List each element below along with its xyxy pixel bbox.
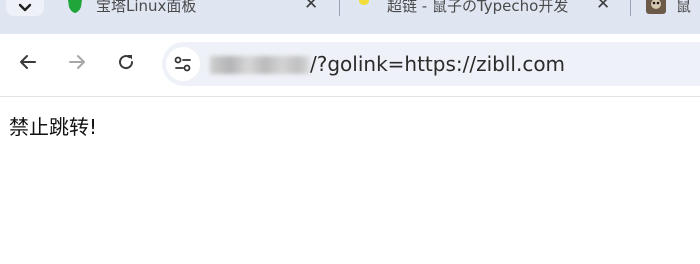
arrow-left-icon: [20, 55, 36, 69]
reload-icon: [119, 55, 134, 70]
redacted-hostname: [210, 56, 310, 74]
yellow-leaf-icon: [359, 0, 369, 5]
page-content: 禁止跳转!: [0, 97, 700, 264]
reload-button[interactable]: [112, 48, 140, 76]
arrow-right-icon: [69, 55, 85, 69]
browser-toolbar: /?golink=https://zibll.com: [0, 34, 700, 97]
close-tab-icon[interactable]: ✕: [596, 0, 610, 14]
forward-button[interactable]: [63, 48, 91, 76]
tab-third[interactable]: 鼠: [640, 0, 700, 15]
chevron-down-icon: [18, 3, 32, 12]
tab-title: 超链 - 鼠子のTypecho开发: [387, 0, 569, 15]
back-button[interactable]: [14, 48, 42, 76]
tab-search-button[interactable]: [6, 0, 44, 16]
tab-bt-panel[interactable]: 宝塔Linux面板 ✕: [60, 0, 330, 15]
tab-title: 宝塔Linux面板: [96, 0, 197, 15]
site-info-button[interactable]: [166, 47, 200, 81]
address-bar[interactable]: /?golink=https://zibll.com: [162, 42, 700, 86]
tab-typecho[interactable]: 超链 - 鼠子のTypecho开发 ✕: [348, 0, 618, 15]
tab-separator: [339, 0, 340, 16]
page-message: 禁止跳转!: [9, 115, 98, 139]
url-text: /?golink=https://zibll.com: [310, 52, 566, 76]
tab-strip: 宝塔Linux面板 ✕ 超链 - 鼠子のTypecho开发 ✕ 鼠: [0, 0, 700, 34]
bt-panel-shield-icon: [68, 0, 82, 13]
close-tab-icon[interactable]: ✕: [304, 0, 318, 14]
tune-icon: [174, 56, 191, 72]
tab-title: 鼠: [676, 0, 692, 15]
avatar-icon: [646, 0, 666, 14]
tab-separator: [630, 0, 631, 16]
